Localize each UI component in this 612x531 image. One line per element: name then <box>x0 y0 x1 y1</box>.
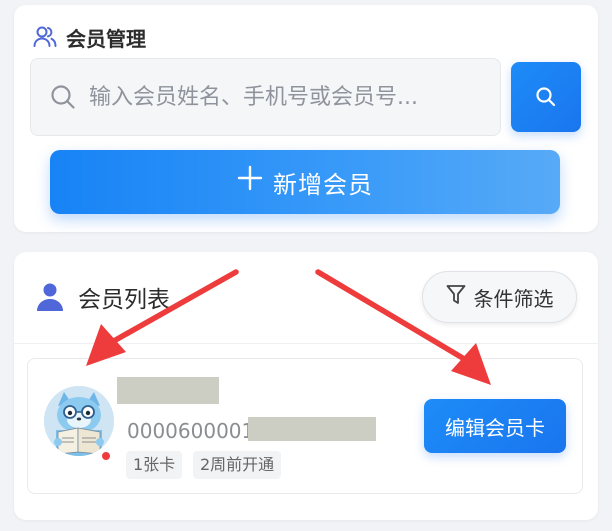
member-list-card: 会员列表 条件筛选 0000600001 1张卡 2周前开通 编辑会员卡 <box>14 252 598 520</box>
users-icon <box>32 24 58 50</box>
section-header: 会员列表 <box>36 280 170 314</box>
filter-label: 条件筛选 <box>473 286 554 311</box>
filter-button[interactable]: 条件筛选 <box>422 271 577 323</box>
search-button[interactable] <box>511 62 581 132</box>
member-number: 0000600001 <box>127 419 255 443</box>
add-member-button[interactable]: 新增会员 <box>50 150 560 214</box>
search-icon <box>536 87 556 107</box>
section-header: 会员管理 <box>32 22 146 52</box>
list-item[interactable]: 0000600001 1张卡 2周前开通 编辑会员卡 <box>27 358 583 494</box>
status-dot <box>100 450 112 462</box>
user-icon <box>36 282 64 312</box>
section-title: 会员管理 <box>66 26 146 51</box>
section-title: 会员列表 <box>78 287 170 313</box>
filter-icon <box>446 284 466 310</box>
search-icon <box>49 83 77 111</box>
member-name-redacted <box>117 377 219 404</box>
edit-member-card-button[interactable]: 编辑会员卡 <box>424 399 566 453</box>
member-management-card: 会员管理 新增会员 <box>14 5 598 232</box>
plus-icon <box>237 163 263 197</box>
opened-time-tag: 2周前开通 <box>193 451 282 479</box>
divider <box>14 343 598 344</box>
search-field[interactable] <box>30 58 501 136</box>
avatar[interactable] <box>44 386 114 456</box>
search-input[interactable] <box>89 84 489 110</box>
member-phone-redacted <box>248 417 376 441</box>
add-member-label: 新增会员 <box>273 170 373 199</box>
card-count-tag: 1张卡 <box>126 451 183 479</box>
